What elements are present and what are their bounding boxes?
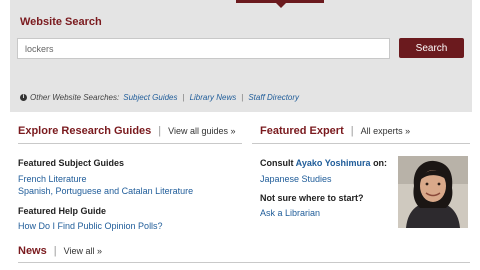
all-experts-link[interactable]: All experts » xyxy=(361,126,411,136)
japanese-studies-link[interactable]: Japanese Studies xyxy=(260,174,332,184)
research-guides-header: Explore Research Guides | View all guide… xyxy=(18,125,236,140)
expert-divider xyxy=(252,143,470,144)
expert-photo xyxy=(398,156,468,228)
expert-portrait-image xyxy=(398,156,468,228)
tab-notch xyxy=(276,3,286,8)
news-header: News | View all » xyxy=(18,245,102,257)
view-all-news-link[interactable]: View all » xyxy=(64,246,102,256)
french-literature-link[interactable]: French Literature xyxy=(18,174,87,184)
not-sure-heading: Not sure where to start? xyxy=(260,193,364,203)
library-news-link[interactable]: Library News xyxy=(190,93,237,102)
news-title: News xyxy=(18,245,47,257)
research-guides-title: Explore Research Guides xyxy=(18,125,152,137)
consult-line: Consult Ayako Yoshimura on: xyxy=(260,158,387,168)
search-button[interactable]: Search xyxy=(399,38,464,58)
consult-suffix: on: xyxy=(373,158,388,168)
featured-help-guide-heading: Featured Help Guide xyxy=(18,206,107,216)
research-divider xyxy=(18,143,242,144)
featured-expert-title: Featured Expert xyxy=(260,125,344,137)
consult-prefix: Consult xyxy=(260,158,294,168)
ask-a-librarian-link[interactable]: Ask a Librarian xyxy=(260,208,320,218)
separator: | xyxy=(182,93,185,102)
search-title: Website Search xyxy=(20,16,102,28)
public-opinion-polls-link[interactable]: How Do I Find Public Opinion Polls? xyxy=(18,221,163,231)
search-input[interactable] xyxy=(17,38,390,59)
separator: | xyxy=(158,125,162,137)
featured-subject-guides-heading: Featured Subject Guides xyxy=(18,158,125,168)
info-icon: i xyxy=(20,94,27,101)
view-all-guides-link[interactable]: View all guides » xyxy=(168,126,235,136)
news-divider xyxy=(18,262,470,263)
separator: | xyxy=(350,125,354,137)
other-searches-label: Other Website Searches: xyxy=(30,93,120,102)
separator: | xyxy=(241,93,244,102)
expert-name-link[interactable]: Ayako Yoshimura xyxy=(296,158,371,168)
staff-directory-link[interactable]: Staff Directory xyxy=(248,93,299,102)
featured-expert-header: Featured Expert | All experts » xyxy=(260,125,410,140)
other-website-searches: i Other Website Searches: Subject Guides… xyxy=(20,93,299,102)
subject-guides-link[interactable]: Subject Guides xyxy=(123,93,177,102)
spanish-portuguese-catalan-link[interactable]: Spanish, Portuguese and Catalan Literatu… xyxy=(18,186,193,196)
separator: | xyxy=(53,245,57,257)
